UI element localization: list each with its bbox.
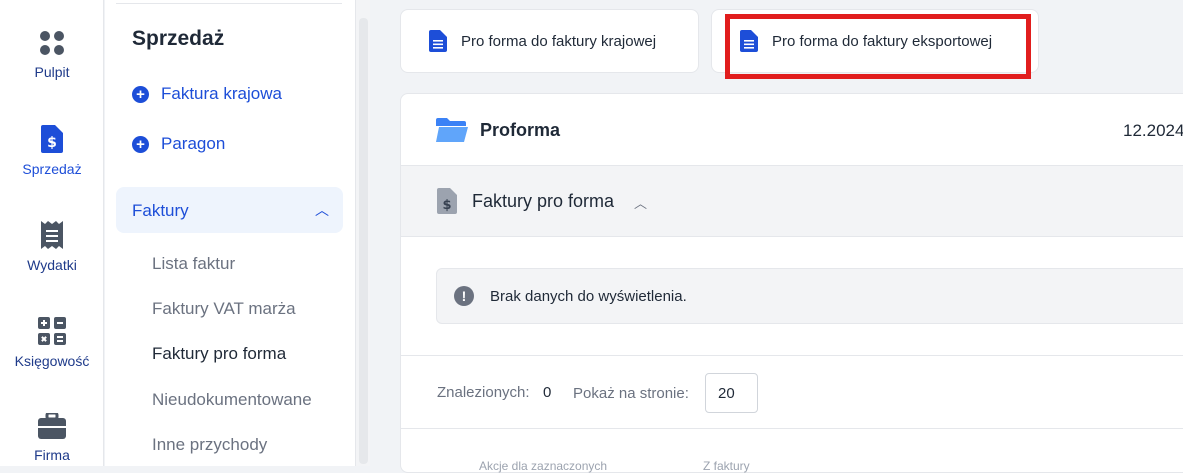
rail-item-ksiegowosc[interactable]: Księgowość <box>0 317 104 369</box>
per-page-input[interactable] <box>705 373 758 413</box>
empty-message: Brak danych do wyświetlenia. <box>490 288 687 305</box>
svg-text:$: $ <box>442 198 451 213</box>
action-label: Faktura krajowa <box>161 84 282 103</box>
briefcase-icon <box>38 413 66 439</box>
divider <box>401 428 1183 429</box>
found-label: Znalezionych: <box>437 384 530 401</box>
sidebar-scrollbar[interactable] <box>355 0 370 466</box>
sidebar-item-nieudokumentowane[interactable]: Nieudokumentowane <box>152 390 312 410</box>
highlight-box <box>725 14 1031 79</box>
table-header-z-faktury: Z faktury <box>703 459 750 473</box>
plus-circle-icon: + <box>132 135 149 153</box>
table-header-actions: Akcje dla zaznaczonych <box>479 459 608 473</box>
tab-label: Pro forma do faktury krajowej <box>461 32 657 50</box>
folder-icon <box>436 118 468 142</box>
per-page-label: Pokaż na stronie: <box>573 385 689 402</box>
group-label: Faktury <box>132 201 189 220</box>
document-icon <box>429 30 447 52</box>
rail-label: Wydatki <box>27 257 77 273</box>
add-faktura-krajowa-button[interactable]: + Faktura krajowa <box>132 84 282 104</box>
chevron-up-icon: ︿ <box>634 196 648 211</box>
add-paragon-button[interactable]: + Paragon <box>132 134 225 154</box>
dollar-document-icon: $ <box>437 188 457 214</box>
sidebar-title: Sprzedaż <box>132 27 225 50</box>
found-count: 0 <box>543 384 552 401</box>
sidebar-item-lista-faktur[interactable]: Lista faktur <box>152 254 235 274</box>
calculator-icon <box>38 317 66 345</box>
chevron-up-icon: ︿ <box>315 202 329 218</box>
svg-text:$: $ <box>47 135 57 151</box>
section-faktury-pro-forma[interactable]: $ Faktury pro forma ︿ <box>401 166 1183 237</box>
sidebar-item-inne-przychody[interactable]: Inne przychody <box>152 435 267 455</box>
info-icon: ! <box>454 286 474 306</box>
empty-state: ! Brak danych do wyświetlenia. <box>436 268 1183 324</box>
rail-item-firma[interactable]: Firma <box>0 413 104 463</box>
scrollbar-thumb[interactable] <box>359 18 368 464</box>
rail-item-pulpit[interactable]: Pulpit <box>0 30 104 80</box>
action-label: Paragon <box>161 134 226 153</box>
sidebar-item-faktury-vat-marza[interactable]: Faktury VAT marża <box>152 299 296 319</box>
period-date[interactable]: 12.2024 <box>1123 121 1183 141</box>
sidebar-group-faktury[interactable]: Faktury ︿ <box>116 187 343 233</box>
rail-item-sprzedaz[interactable]: $ Sprzedaż <box>0 125 104 177</box>
proforma-card: Proforma 12.2024 $ Faktury pro forma ︿ !… <box>400 93 1183 473</box>
rail-label: Pulpit <box>34 64 70 80</box>
icon-rail: Pulpit $ Sprzedaż Wydatki Księgowość Fir… <box>0 0 104 466</box>
rail-item-wydatki[interactable]: Wydatki <box>0 221 104 273</box>
section-label: Faktury pro forma <box>472 191 615 211</box>
card-header: Proforma 12.2024 <box>401 94 1183 166</box>
rail-label: Firma <box>34 447 70 463</box>
sidebar-divider <box>116 0 342 4</box>
rail-label: Sprzedaż <box>22 161 82 177</box>
dollar-document-icon: $ <box>41 125 63 153</box>
receipt-icon <box>41 221 63 249</box>
plus-circle-icon: + <box>132 85 149 103</box>
divider <box>401 355 1183 356</box>
card-title: Proforma <box>480 120 561 140</box>
sales-sidebar: Sprzedaż + Faktura krajowa + Paragon Fak… <box>105 0 355 466</box>
tab-pro-forma-krajowa[interactable]: Pro forma do faktury krajowej <box>400 9 699 73</box>
rail-label: Księgowość <box>14 353 90 369</box>
sidebar-item-faktury-pro-forma[interactable]: Faktury pro forma <box>152 344 286 364</box>
grid-dots-icon <box>40 31 64 55</box>
